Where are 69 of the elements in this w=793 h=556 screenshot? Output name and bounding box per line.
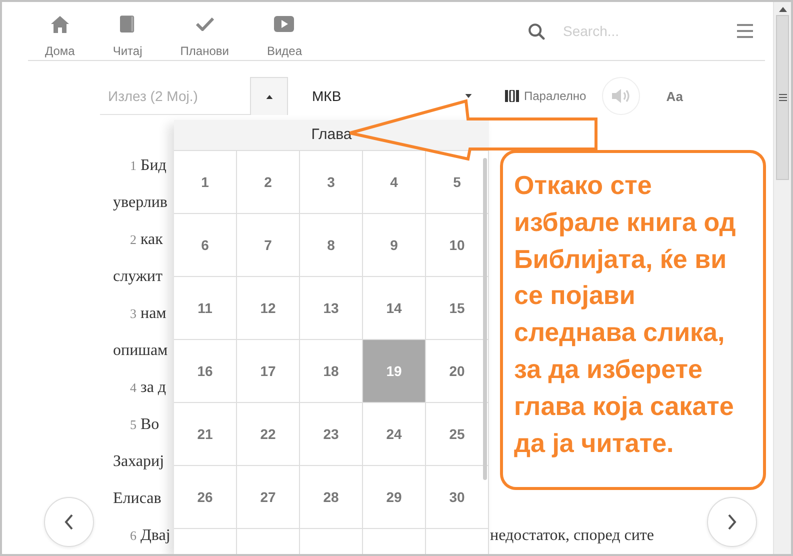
chapter-cell[interactable]: 28 [300,466,363,529]
chapter-cell[interactable]: 7 [237,214,300,277]
verse-text: уверлив [113,194,168,210]
verse-text: как [140,230,163,248]
scrollbar[interactable] [773,2,791,554]
caret-up-icon [266,94,272,98]
verse-text: нам [140,304,166,322]
chapter-cell[interactable]: 11 [174,277,237,340]
scroll-up-icon[interactable] [778,7,786,12]
chapter-cell[interactable]: 13 [300,277,363,340]
verse-text: недостаток, според сите [490,526,654,544]
chapter-cell[interactable]: 6 [174,214,237,277]
verse-text: опишам [113,342,168,358]
chapter-cell[interactable]: 9 [363,214,426,277]
grip-icon [778,94,786,101]
previous-button[interactable] [44,497,94,547]
callout-text: Откако сте избрале книга од Библијата, ќе ви се појави следнава слика, за да изберете глава која сакате да ја читате. [500,150,766,490]
chapter-cell[interactable]: 4 [363,151,426,214]
checkmark-icon [196,17,214,31]
chapter-cell[interactable]: 17 [237,340,300,403]
chapter-cell[interactable]: 26 [174,466,237,529]
picker-title: Глава [174,120,489,151]
verse-text: за д [140,378,166,396]
chapter-cell[interactable]: 21 [174,403,237,466]
audio-button[interactable] [602,77,640,115]
search-icon[interactable] [528,22,545,40]
chapter-cell[interactable]: 29 [363,466,426,529]
verse-number: 2 [130,232,136,246]
verse-text: Во [140,416,160,432]
columns-icon [505,90,519,102]
chapter-cell[interactable]: 2 [237,151,300,214]
nav-item[interactable]: Видеа [250,4,320,58]
font-size-button[interactable]: Аа [660,77,690,115]
chapter-cell[interactable]: 3 [300,151,363,214]
chapter-cell[interactable]: 23 [300,403,363,466]
chapter-cell[interactable]: 24 [363,403,426,466]
menu-icon[interactable] [737,24,753,38]
chapter-cell[interactable]: 27 [237,466,300,529]
verse-number: 5 [130,416,136,432]
chapter-cell[interactable]: 12 [237,277,300,340]
verse-text: служит [113,268,162,284]
verse-number: 6 [130,528,136,542]
chapter-cell[interactable]: 1 [174,151,237,214]
chapter-cell[interactable]: 16 [174,340,237,403]
scrollbar-thumb[interactable] [776,15,789,180]
dropdown-toggle-button[interactable] [250,77,288,115]
next-button[interactable] [707,497,757,547]
nav-item[interactable]: Планови [163,4,246,58]
chapter-cell[interactable]: 19 [363,340,426,403]
chapter-cell[interactable]: 22 [237,403,300,466]
nav-item[interactable]: Читај [96,4,160,58]
caret-down-icon [465,94,472,98]
home-icon [50,16,69,32]
book-icon [120,15,136,33]
verse-text: Двај [140,526,170,544]
verse-text: Елисав [113,490,162,506]
parallel-button[interactable]: Паралелно [480,77,586,115]
picker-scrollbar[interactable] [483,158,487,480]
verse-number: 1 [130,158,136,172]
speaker-icon [611,88,632,104]
verse-text: Захариј [113,452,164,470]
chapter-cell[interactable]: 8 [300,214,363,277]
chevron-left-icon [64,514,74,530]
verse-text: Бид [140,156,166,174]
verse-number: 4 [130,380,136,394]
verse-number: 3 [130,306,136,320]
nav-item[interactable]: Дома [28,4,92,58]
chevron-right-icon [727,514,737,530]
play-icon [274,16,294,32]
